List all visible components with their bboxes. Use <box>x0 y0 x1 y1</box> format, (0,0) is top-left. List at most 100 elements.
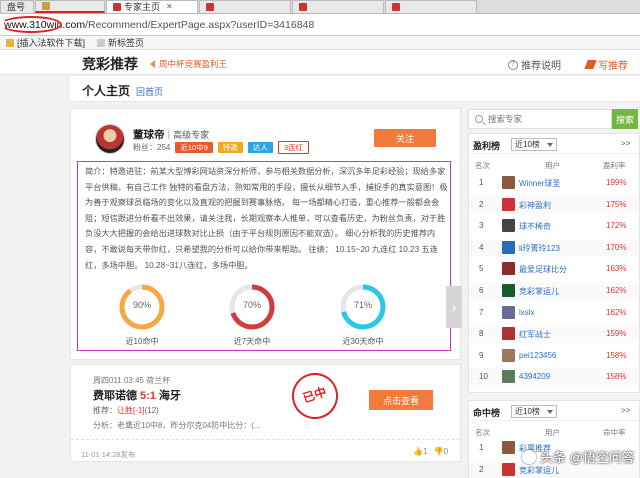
more-link[interactable]: >> <box>621 139 630 148</box>
avatar <box>502 262 515 276</box>
table-row[interactable]: 8 红军战士 159% <box>469 325 639 344</box>
tab-favicon <box>206 3 214 11</box>
bookmark-icon <box>6 38 14 47</box>
rank-number: 2 <box>479 464 484 474</box>
table-row[interactable]: 3 球不稀奇 172% <box>469 217 639 235</box>
back-home-link[interactable]: 回首页 <box>136 85 163 98</box>
user-link[interactable]: 球不稀奇 <box>519 221 551 232</box>
search-icon <box>475 115 483 123</box>
user-link[interactable]: lxslx <box>519 308 535 317</box>
period-select[interactable]: 近10榜 <box>511 405 557 418</box>
hit-rate-ring: 70% <box>228 283 276 331</box>
rank-number: 1 <box>479 178 484 187</box>
page-icon <box>97 38 106 47</box>
avatar <box>502 370 515 384</box>
user-link[interactable]: 4394209 <box>519 372 550 381</box>
user-link[interactable]: 最爱足球比分 <box>519 264 567 275</box>
tab-favicon <box>299 3 307 11</box>
user-link[interactable]: 红军战士 <box>519 329 551 340</box>
rate-value: 170% <box>606 242 627 252</box>
hit-rate-label: 近10命中 <box>125 337 159 346</box>
avatar <box>502 176 515 189</box>
rate-value: 159% <box>606 329 627 339</box>
period-select[interactable]: 近10榜 <box>511 138 557 151</box>
avatar[interactable] <box>95 124 125 154</box>
user-link[interactable]: pei123456 <box>519 351 556 360</box>
separator: | <box>167 129 171 140</box>
tab-favicon <box>113 3 121 11</box>
user-link[interactable]: 彩神盈利 <box>519 200 551 211</box>
close-icon[interactable]: ✕ <box>166 1 173 13</box>
avatar <box>502 240 515 254</box>
browser-tab-5[interactable] <box>292 0 384 13</box>
user-link[interactable]: Winner球圣 <box>519 178 560 189</box>
user-link[interactable]: 竞彩掌运儿 <box>519 465 559 476</box>
rank-number: 6 <box>479 286 484 295</box>
bookmark-item[interactable]: [插入法软件下载] <box>6 36 85 49</box>
col-hit: 命中率 <box>603 428 626 437</box>
table-row[interactable]: 1 Winner球圣 199% <box>469 174 639 192</box>
user-link[interactable]: li玲菁玲123 <box>519 243 560 254</box>
view-details-button[interactable]: 点击查看 <box>369 390 433 410</box>
rate-value: 158% <box>606 350 627 360</box>
panel-title: 盈利榜 <box>473 141 501 151</box>
avatar <box>502 197 515 211</box>
search-input[interactable] <box>488 114 588 124</box>
hit-rate-value: 90% <box>132 300 151 310</box>
table-row[interactable]: 9 pei123456 158% <box>469 347 639 365</box>
browser-tab-6[interactable] <box>385 0 477 13</box>
match-score: 5:1 <box>140 390 156 402</box>
avatar <box>502 441 515 454</box>
thumbs-up-icon[interactable]: 👍 <box>413 447 423 456</box>
chevron-right-icon[interactable]: › <box>446 286 462 328</box>
rate-value: 175% <box>606 199 627 209</box>
badge-invited: 特邀 <box>217 142 243 153</box>
tab-favicon <box>42 2 50 10</box>
badge-win-streak: 3连红 <box>277 141 310 154</box>
bookmark-item[interactable]: 新标签页 <box>97 36 144 49</box>
away-team: 海牙 <box>158 390 181 402</box>
more-link[interactable]: >> <box>621 406 630 415</box>
hit-rate-value: 71% <box>353 300 372 310</box>
badge-hit-streak: 近10中9 <box>175 142 213 153</box>
match-recommendation: 推荐：让胜[-1](12) <box>93 406 159 415</box>
write-recommendation-link[interactable]: 写推荐 <box>584 57 628 72</box>
rank-number: 8 <box>479 329 484 339</box>
browser-tab-active[interactable]: 专家主页 ✕ <box>106 0 198 13</box>
pick-odds: (12) <box>144 406 159 415</box>
home-team: 费耶诺德 <box>93 390 137 402</box>
browser-tab-2[interactable] <box>35 0 105 13</box>
notice-bar[interactable]: 周中杯竞赛盈利王 <box>150 58 227 70</box>
thumbs-down-icon[interactable]: 👎 <box>434 447 444 456</box>
table-row[interactable]: 6 竞彩掌运儿 162% <box>469 282 639 300</box>
table-row[interactable]: 2 彩神盈利 175% <box>469 195 639 214</box>
table-row[interactable]: 10 4394209 158% <box>469 368 639 387</box>
expert-name[interactable]: 董球帝 <box>133 127 165 142</box>
address-bar[interactable]: www.310win.com/Recommend/ExpertPage.aspx… <box>0 14 640 36</box>
browser-tab-1[interactable]: 盘号 <box>0 0 34 13</box>
profit-ranking-panel: 盈利榜 近10榜 >> 名次 用户 盈利率 1 Winner球圣 199% 2 彩神盈利… <box>468 133 640 393</box>
question-icon: ? <box>508 59 518 70</box>
bookmarks-bar: [插入法软件下载] 新标签页 <box>0 36 640 50</box>
browser-tab-4[interactable] <box>199 0 291 13</box>
url-field[interactable]: www.310win.com/Recommend/ExpertPage.aspx… <box>4 19 604 31</box>
fans-row: 粉丝：254 近10中9 特邀 达人 3连红 <box>133 141 314 154</box>
table-row[interactable]: 7 lxslx 162% <box>469 304 639 322</box>
hit-ranking-panel: 命中榜 近10榜 >> 名次 用户 命中率 1 彩票推荐 2 竞彩掌运儿 <box>468 400 640 478</box>
user-link[interactable]: 竞彩掌运儿 <box>519 286 559 297</box>
page-subheader: 个人主页 回首页 <box>70 76 640 102</box>
rate-value: 158% <box>606 372 627 382</box>
site-logo[interactable]: 竞彩推荐 <box>82 54 138 74</box>
follow-button[interactable]: 关注 <box>374 129 436 147</box>
search-button[interactable]: 搜索 <box>612 109 638 129</box>
speaker-icon <box>150 60 155 68</box>
table-row[interactable]: 5 最爱足球比分 163% <box>469 260 639 278</box>
help-link[interactable]: ? 推荐说明 <box>508 57 561 72</box>
match-teams[interactable]: 费耶诺德 5:1 海牙 <box>93 387 181 403</box>
divider <box>71 439 460 440</box>
rate-value: 172% <box>606 221 627 231</box>
avatar <box>502 462 515 476</box>
col-user: 用户 <box>545 428 560 437</box>
table-row[interactable]: 4 li玲菁玲123 170% <box>469 238 639 257</box>
tab-favicon <box>392 3 400 11</box>
